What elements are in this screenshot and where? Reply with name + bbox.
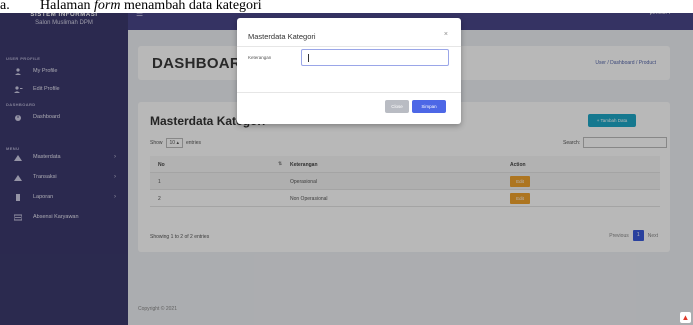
caption-text-before: Halaman xyxy=(40,0,95,13)
keterangan-input[interactable] xyxy=(301,49,449,66)
caption-text-after: menambah data kategori xyxy=(120,0,262,13)
flame-icon[interactable]: ▲ xyxy=(680,312,691,323)
caption-text-italic: form xyxy=(94,0,121,13)
modal-title: Masterdata Kategori xyxy=(248,32,316,41)
close-icon[interactable]: × xyxy=(444,31,448,38)
text-cursor xyxy=(308,54,309,62)
modal-footer-divider xyxy=(237,92,461,93)
caption-prefix: a. xyxy=(0,0,10,13)
app-screen: SISTEM INFORMASI Salon Muslimah DPM USER… xyxy=(0,0,693,325)
document-caption: a. Halaman form menambah data kategori xyxy=(0,0,693,13)
keterangan-label: Keterangan xyxy=(248,55,272,60)
add-category-modal: Masterdata Kategori × Keterangan Close S… xyxy=(237,18,461,124)
close-button[interactable]: Close xyxy=(385,100,409,113)
modal-header-divider xyxy=(237,46,461,47)
save-button[interactable]: Simpan xyxy=(412,100,446,113)
